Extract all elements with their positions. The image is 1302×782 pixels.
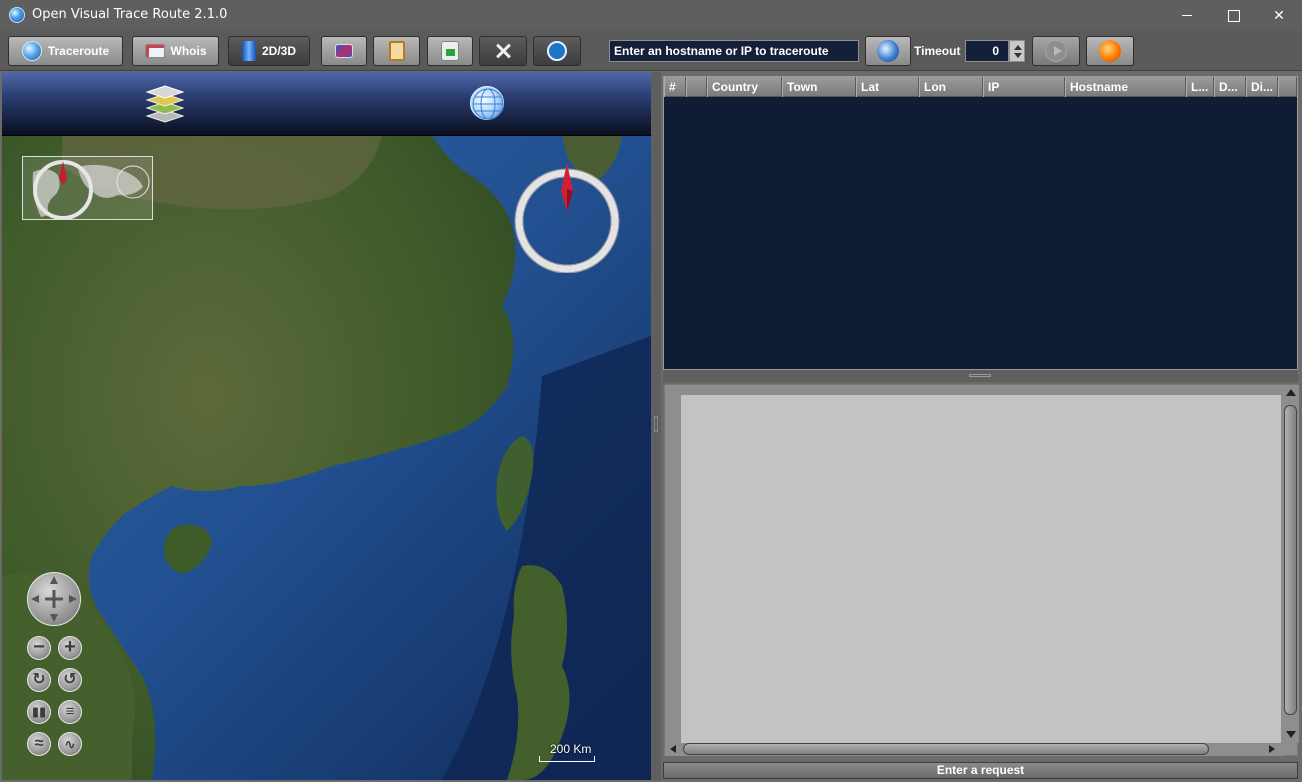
view-label: 2D/3D xyxy=(261,44,296,58)
id-card-icon xyxy=(144,44,165,58)
zoom-in-button[interactable]: + xyxy=(58,636,82,660)
column-header-lat[interactable]: Lat xyxy=(856,77,919,97)
column-header-lon[interactable]: Lon xyxy=(919,77,983,97)
timeout-field[interactable]: 0 xyxy=(965,40,1009,62)
map-header xyxy=(2,72,651,136)
close-button[interactable]: ✕ xyxy=(1256,0,1302,31)
about-button[interactable] xyxy=(533,36,581,66)
scroll-right-icon[interactable] xyxy=(1269,745,1275,753)
output-text-area[interactable] xyxy=(681,395,1281,743)
stop-icon xyxy=(1099,40,1121,62)
export-icon xyxy=(441,41,459,61)
stepper-down-icon[interactable] xyxy=(1014,53,1022,58)
elevation-flat-button[interactable]: ≈ xyxy=(27,732,51,756)
globe-view-icon[interactable] xyxy=(470,86,504,120)
splitter-grip-icon[interactable] xyxy=(654,416,658,432)
column-header-flag[interactable] xyxy=(686,77,707,97)
horizontal-scroll-thumb[interactable] xyxy=(683,743,1209,755)
layers-icon[interactable] xyxy=(145,84,185,124)
traceroute-button[interactable]: Traceroute xyxy=(8,36,123,66)
column-header-town[interactable]: Town xyxy=(782,77,856,97)
scroll-up-icon[interactable] xyxy=(1286,389,1296,396)
horizontal-scrollbar[interactable] xyxy=(665,743,1283,756)
tilt-down-button[interactable]: ≡ xyxy=(58,700,82,724)
globe-icon xyxy=(21,41,42,61)
horizontal-splitter[interactable] xyxy=(663,370,1298,382)
toolbar: Traceroute Whois 2D/3D Enter an hostname… xyxy=(0,31,1302,71)
settings-button[interactable] xyxy=(479,36,527,66)
column-header-extra xyxy=(1278,77,1297,97)
export-button[interactable] xyxy=(427,36,473,66)
scale-bar xyxy=(539,756,595,762)
hostname-input[interactable]: Enter an hostname or IP to traceroute xyxy=(609,40,859,62)
rotate-right-button[interactable]: ↺ xyxy=(58,668,82,692)
overview-minimap[interactable] xyxy=(22,156,153,220)
splitter-grip-icon[interactable] xyxy=(969,374,991,377)
network-interface-button[interactable] xyxy=(865,36,911,66)
timeout-stepper[interactable] xyxy=(1009,40,1025,62)
column-header-dns[interactable]: D... xyxy=(1214,77,1246,97)
timeout-label: Timeout xyxy=(914,44,961,58)
world-map-view[interactable]: − + ↻ ↺ ▮▮ ≡ ≈ ∿ 200 Km xyxy=(2,136,651,780)
minimize-button[interactable] xyxy=(1164,0,1210,31)
vertical-splitter[interactable] xyxy=(651,72,661,780)
whois-label: Whois xyxy=(170,44,207,58)
2d-3d-toggle-button[interactable]: 2D/3D xyxy=(228,36,310,66)
stop-button[interactable] xyxy=(1086,36,1134,66)
rotate-left-button[interactable]: ↻ xyxy=(27,668,51,692)
output-pane xyxy=(664,384,1299,756)
column-header-distance[interactable]: Di... xyxy=(1246,77,1278,97)
pan-control[interactable] xyxy=(27,572,81,626)
stepper-up-icon[interactable] xyxy=(1014,45,1022,50)
column-header-hostname[interactable]: Hostname xyxy=(1065,77,1186,97)
map-icon xyxy=(335,44,353,58)
scroll-down-icon[interactable] xyxy=(1286,731,1296,738)
column-header-ip[interactable]: IP xyxy=(983,77,1065,97)
tools-icon xyxy=(494,42,512,60)
earth-network-icon xyxy=(877,40,899,62)
vertical-scrollbar[interactable] xyxy=(1283,385,1299,743)
scroll-left-icon[interactable] xyxy=(670,745,676,753)
route-table[interactable]: # Country Town Lat Lon IP Hostname L... … xyxy=(663,76,1298,370)
play-icon xyxy=(1045,40,1067,62)
scale-label: 200 Km xyxy=(550,742,592,756)
map-panel: − + ↻ ↺ ▮▮ ≡ ≈ ∿ 200 Km xyxy=(2,72,651,780)
start-trace-button[interactable] xyxy=(1032,36,1080,66)
status-bar: Enter a request xyxy=(663,762,1298,779)
traceroute-label: Traceroute xyxy=(47,44,110,58)
elevation-exaggerate-button[interactable]: ∿ xyxy=(58,732,82,756)
cube-icon xyxy=(241,41,256,61)
map-button[interactable] xyxy=(321,36,367,66)
column-header-country[interactable]: Country xyxy=(707,77,782,97)
column-header-number[interactable]: # xyxy=(664,77,686,97)
table-header: # Country Town Lat Lon IP Hostname L... … xyxy=(664,77,1297,97)
title-bar: Open Visual Trace Route 2.1.0 ✕ xyxy=(0,0,1302,31)
clipboard-button[interactable] xyxy=(373,36,420,66)
tilt-up-button[interactable]: ▮▮ xyxy=(27,700,51,724)
compass-icon[interactable] xyxy=(512,163,622,274)
clipboard-icon xyxy=(388,41,405,61)
vertical-scroll-thumb[interactable] xyxy=(1284,405,1297,715)
window-title: Open Visual Trace Route 2.1.0 xyxy=(32,7,228,22)
whois-button[interactable]: Whois xyxy=(132,36,219,66)
maximize-button[interactable] xyxy=(1210,0,1256,31)
app-globe-icon xyxy=(9,7,25,23)
column-header-latency[interactable]: L... xyxy=(1186,77,1214,97)
zoom-out-button[interactable]: − xyxy=(27,636,51,660)
info-icon xyxy=(547,41,567,61)
